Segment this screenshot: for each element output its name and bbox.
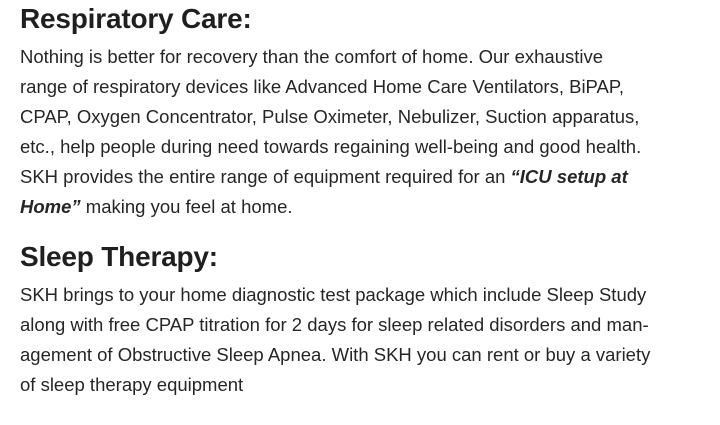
paragraph-line: SKH provides the entire range of equipme…: [20, 166, 511, 187]
paragraph-line: of sleep therapy equipment: [20, 374, 244, 395]
article-content: Respiratory Care: Nothing is better for …: [20, 0, 710, 400]
paragraph-line: etc., help people during need towards re…: [20, 136, 642, 157]
paragraph-line: along with free CPAP titration for 2 day…: [20, 314, 649, 335]
paragraph-line: Nothing is better for recovery than the …: [20, 46, 604, 67]
paragraph-line: CPAP, Oxygen Concentrator, Pulse Oximete…: [20, 106, 640, 127]
respiratory-care-section: Respiratory Care: Nothing is better for …: [20, 0, 710, 222]
paragraph-line: range of respiratory devices like Advanc…: [20, 76, 624, 97]
sleep-therapy-section: Sleep Therapy: SKH brings to your home d…: [20, 238, 710, 400]
paragraph-line: SKH brings to your home diagnostic test …: [20, 284, 647, 305]
sleep-therapy-paragraph: SKH brings to your home diagnostic test …: [20, 280, 710, 400]
respiratory-care-paragraph: Nothing is better for recovery than the …: [20, 42, 710, 222]
paragraph-line: making you feel at home.: [80, 196, 293, 217]
icu-setup-emphasis-continued: Home”: [20, 196, 81, 217]
paragraph-line: agement of Obstructive Sleep Apnea. With…: [20, 344, 651, 365]
section-title-sleep-therapy: Sleep Therapy:: [20, 241, 218, 272]
section-title-respiratory-care: Respiratory Care:: [20, 3, 252, 34]
icu-setup-emphasis: “ICU setup at: [510, 166, 628, 187]
